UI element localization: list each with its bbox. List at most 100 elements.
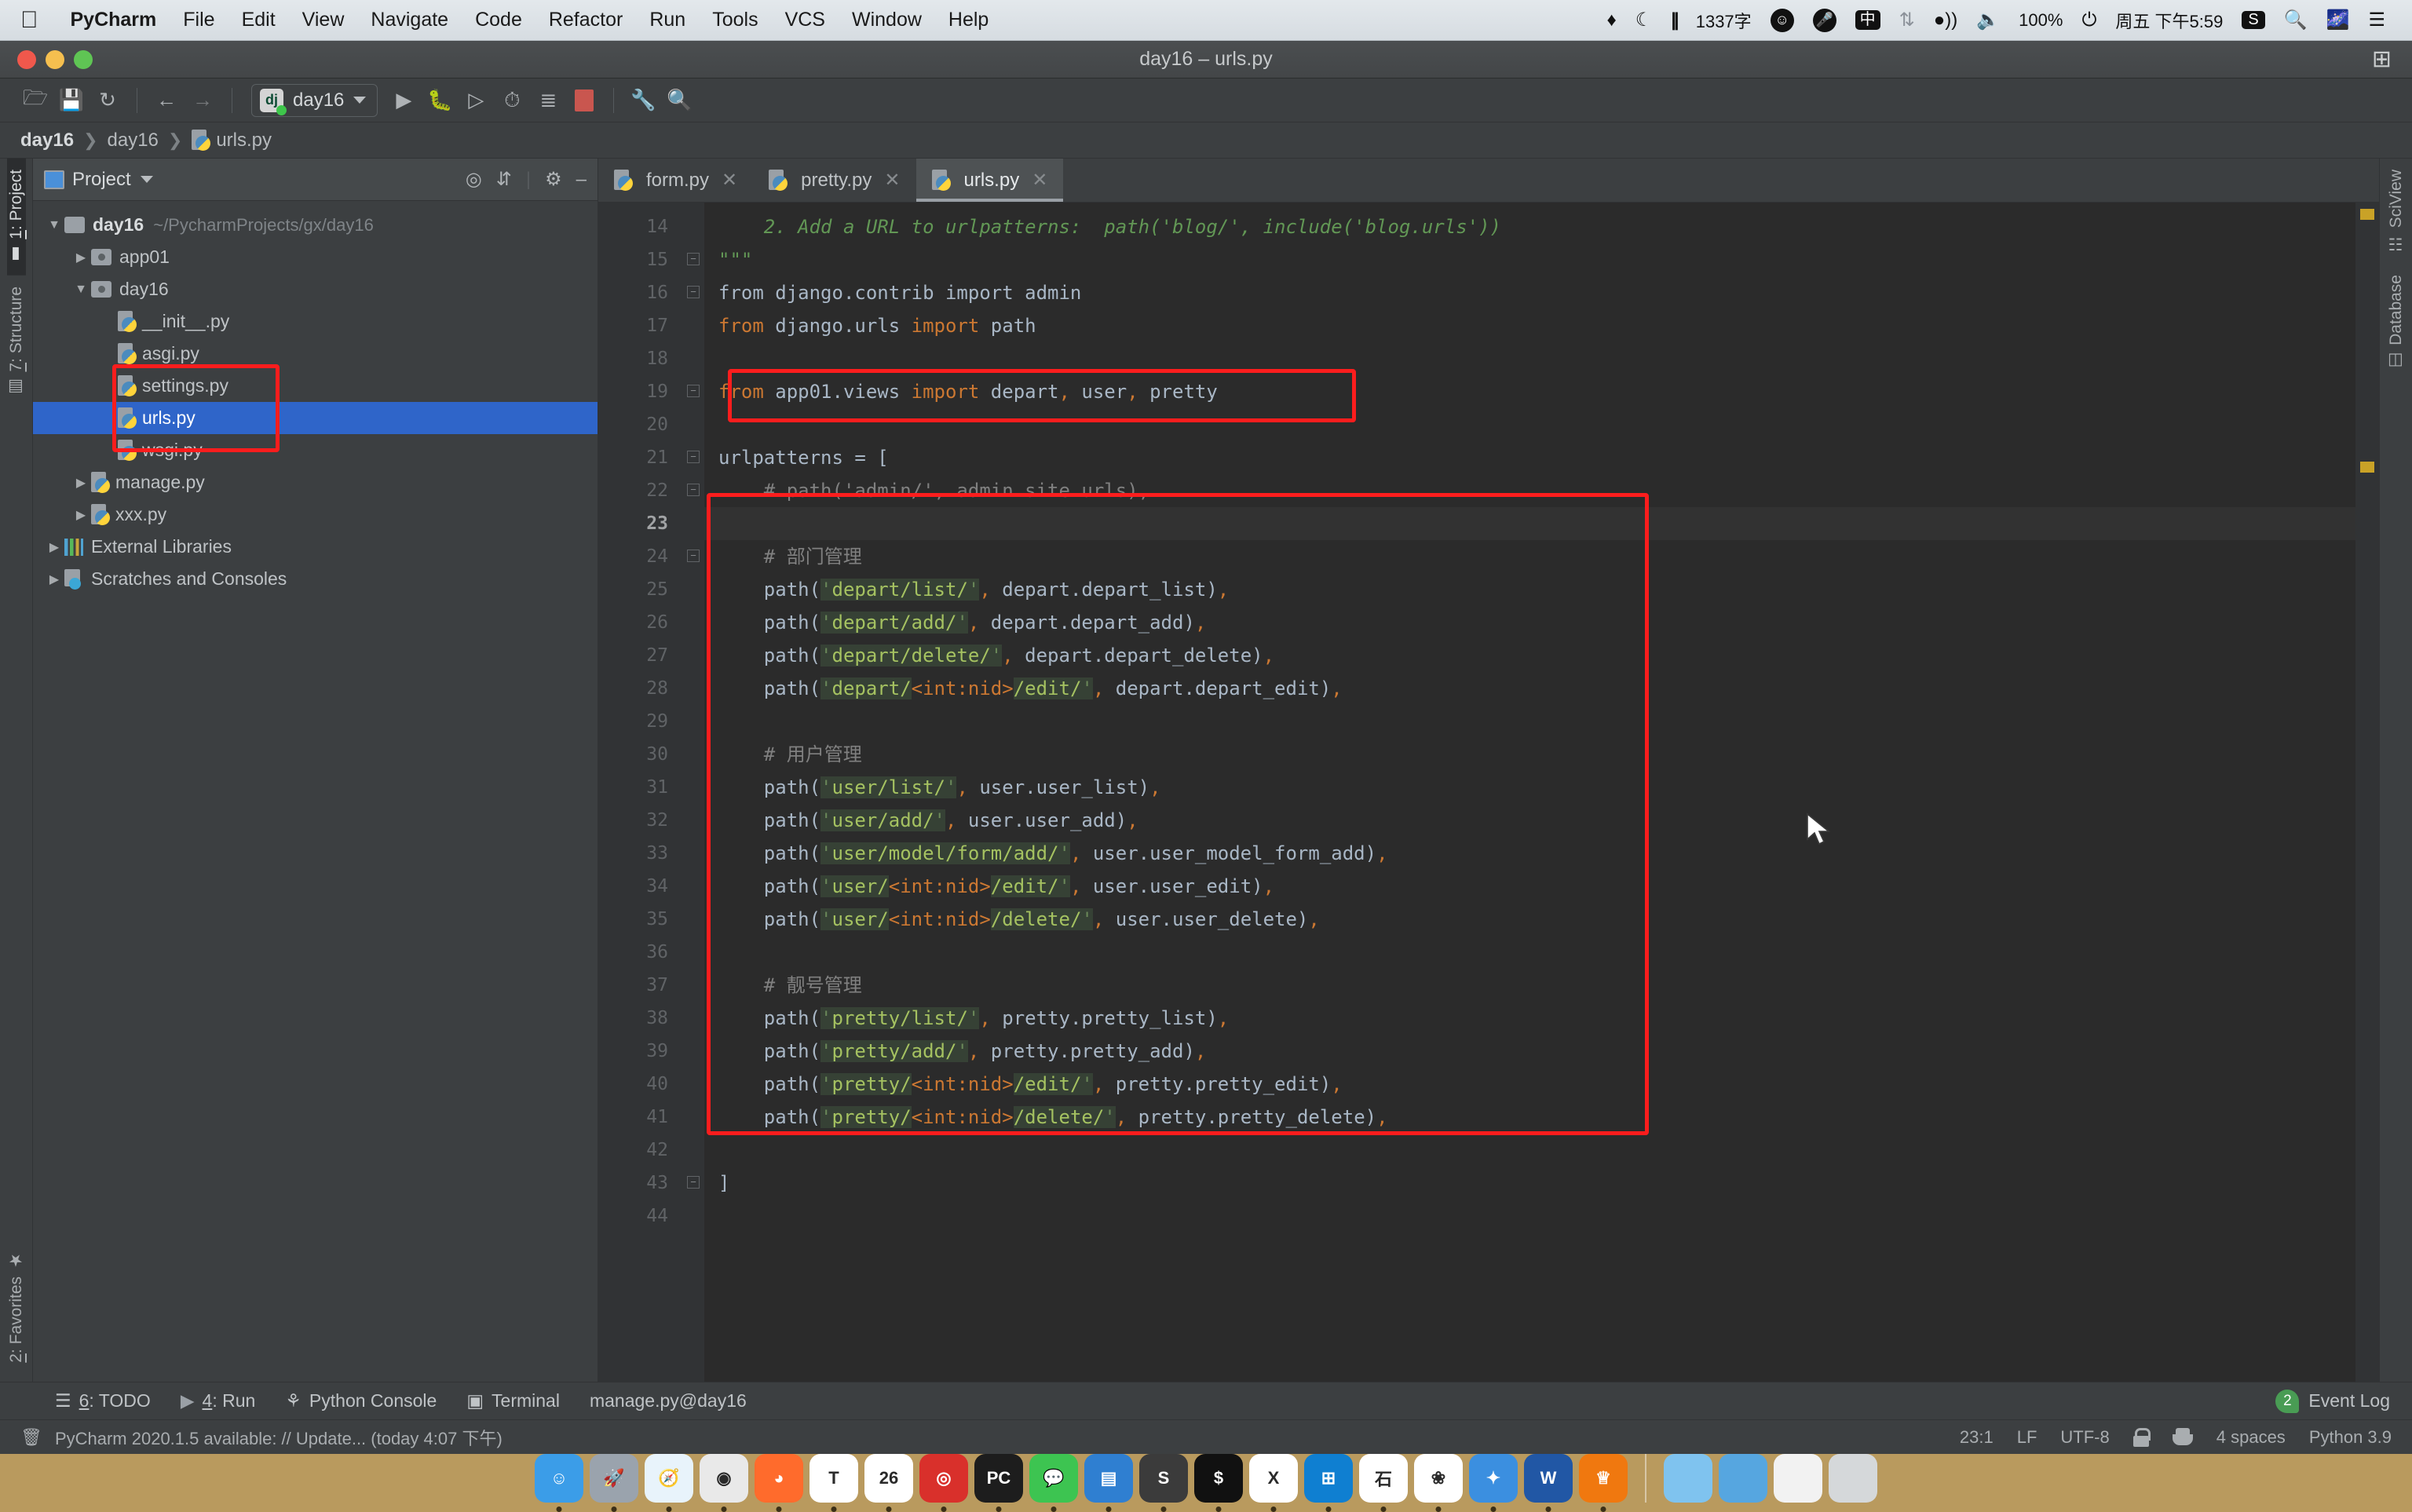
dock-document-preview[interactable] xyxy=(1774,1454,1822,1503)
sidebar-item-database[interactable]: ◫ Database xyxy=(2387,264,2406,382)
add-window-icon[interactable]: ⊞ xyxy=(2372,46,2392,73)
tree-item-day16[interactable]: ▼day16~/PycharmProjects/gx/day16 xyxy=(33,209,598,241)
tree-item-asgi-py[interactable]: •asgi.py xyxy=(33,338,598,370)
battery-percent[interactable]: 100% xyxy=(2019,10,2063,31)
volume-icon[interactable]: 🔈 xyxy=(1976,9,2000,31)
project-tree[interactable]: ▼day16~/PycharmProjects/gx/day16▶app01▼d… xyxy=(33,201,598,1382)
feather-icon[interactable]: ♦ xyxy=(1607,9,1617,31)
locate-target-icon[interactable]: ◎ xyxy=(466,168,482,191)
pause-bars-icon[interactable]: || xyxy=(1671,9,1676,31)
sidebar-item-project[interactable]: ▮ 1: Project xyxy=(7,159,26,276)
stop-button[interactable] xyxy=(566,85,602,116)
spotlight-search-icon[interactable]: 🔍 xyxy=(2284,9,2308,31)
dock-app-typora[interactable]: T xyxy=(809,1454,858,1503)
dock-app-evernote[interactable]: ✦ xyxy=(1469,1454,1518,1503)
bottom-tool--run[interactable]: ▶4: Run xyxy=(181,1390,255,1412)
tab-pretty-py[interactable]: pretty.py✕ xyxy=(753,159,915,202)
wordcount-indicator[interactable]: 1337字 xyxy=(1696,8,1752,33)
bottom-tool--todo[interactable]: ☰6: TODO xyxy=(55,1390,151,1412)
run-configuration-selector[interactable]: dj day16 xyxy=(251,84,378,117)
tree-item-urls-py[interactable]: •urls.py xyxy=(33,402,598,434)
search-everywhere-icon[interactable]: 🔍 xyxy=(661,85,697,116)
menu-item-pycharm[interactable]: PyCharm xyxy=(57,9,170,31)
dock-app-excel[interactable]: X xyxy=(1249,1454,1298,1503)
run-coverage-icon[interactable]: ▷ xyxy=(458,85,494,116)
menu-item-navigate[interactable]: Navigate xyxy=(357,9,462,31)
dock-app-finder[interactable]: ☺ xyxy=(535,1454,583,1503)
bottom-tool-terminal[interactable]: ▣Terminal xyxy=(466,1390,560,1412)
warning-marker[interactable] xyxy=(2360,209,2374,220)
editor-marker-bar[interactable] xyxy=(2355,203,2379,1382)
breadcrumb-item-2[interactable]: urls.py xyxy=(216,130,272,152)
menu-item-file[interactable]: File xyxy=(170,9,228,31)
tree-item-scratches-and-consoles[interactable]: ▶Scratches and Consoles xyxy=(33,563,598,595)
microphone-icon[interactable]: 🎤 xyxy=(1813,9,1836,32)
input-method-icon[interactable]: 中 xyxy=(1855,10,1880,30)
fold-toggle-icon[interactable]: − xyxy=(687,253,700,265)
moon-icon[interactable]: ☾ xyxy=(1635,9,1653,31)
apple-logo-icon[interactable]:  xyxy=(20,9,38,32)
window-controls[interactable] xyxy=(17,50,93,69)
event-log-button[interactable]: 2Event Log xyxy=(2275,1390,2390,1413)
close-icon[interactable]: ✕ xyxy=(884,169,900,192)
close-window-button[interactable] xyxy=(17,50,36,69)
menu-item-tools[interactable]: Tools xyxy=(699,9,771,31)
tree-item-settings-py[interactable]: •settings.py xyxy=(33,370,598,402)
chevron-right-icon[interactable]: ▶ xyxy=(71,250,91,265)
siri-icon[interactable]: 🌌 xyxy=(2326,9,2350,31)
breadcrumb-item-0[interactable]: day16 xyxy=(20,130,74,152)
tab-form-py[interactable]: form.py✕ xyxy=(598,159,753,202)
menu-item-edit[interactable]: Edit xyxy=(228,9,289,31)
dock-app-sublime[interactable]: S xyxy=(1139,1454,1188,1503)
bottom-tool-python-console[interactable]: ⚘Python Console xyxy=(285,1390,437,1412)
dock-app-wechat[interactable]: 💬 xyxy=(1029,1454,1078,1503)
dock-app-photos[interactable]: ❀ xyxy=(1414,1454,1463,1503)
dock-app-netease-music[interactable]: ◎ xyxy=(919,1454,968,1503)
fold-toggle-icon[interactable]: − xyxy=(687,484,700,496)
open-folder-icon[interactable]: 🗁 xyxy=(17,85,53,116)
code-editor[interactable]: 1415161718192021222324252627282930313233… xyxy=(598,203,2379,1382)
dock-app-keynote[interactable]: ▤ xyxy=(1084,1454,1133,1503)
tree-item-xxx-py[interactable]: ▶xxx.py xyxy=(33,499,598,531)
menu-item-help[interactable]: Help xyxy=(935,9,1002,31)
dock-documents-folder[interactable] xyxy=(1719,1454,1767,1503)
breadcrumb-item-1[interactable]: day16 xyxy=(108,130,159,152)
save-all-icon[interactable]: 💾 xyxy=(53,85,90,116)
sidebar-item-sciview[interactable]: ☷ SciView xyxy=(2387,159,2406,264)
menu-item-run[interactable]: Run xyxy=(636,9,699,31)
tree-item-external-libraries[interactable]: ▶External Libraries xyxy=(33,531,598,563)
chevron-down-icon[interactable]: ▼ xyxy=(44,218,64,232)
chevron-right-icon[interactable]: ▶ xyxy=(71,475,91,491)
menu-item-code[interactable]: Code xyxy=(462,9,535,31)
chevron-right-icon[interactable]: ▶ xyxy=(71,507,91,523)
dock-app-iterm[interactable]: $ xyxy=(1194,1454,1243,1503)
dock-app-firefox[interactable]: ◕ xyxy=(755,1454,803,1503)
fold-toggle-icon[interactable]: − xyxy=(687,385,700,397)
collapse-all-icon[interactable]: ⇵ xyxy=(496,168,512,191)
dock-app-safari[interactable]: 🧭 xyxy=(645,1454,693,1503)
forward-arrow-icon[interactable]: → xyxy=(185,85,221,116)
smiley-icon[interactable]: ☺ xyxy=(1771,9,1794,32)
dock-app-calendar[interactable]: 26 xyxy=(864,1454,913,1503)
run-with-console-icon[interactable]: ≣ xyxy=(530,85,566,116)
sogou-icon[interactable]: S xyxy=(2242,11,2264,29)
dock-app-parallels[interactable]: ⊞ xyxy=(1304,1454,1353,1503)
gear-icon[interactable]: ⚙ xyxy=(545,168,562,191)
dock-app-shimo[interactable]: 石 xyxy=(1359,1454,1408,1503)
tree-item-manage-py[interactable]: ▶manage.py xyxy=(33,466,598,499)
menu-item-refactor[interactable]: Refactor xyxy=(535,9,636,31)
sync-refresh-icon[interactable]: ↻ xyxy=(90,85,126,116)
fold-toggle-icon[interactable]: − xyxy=(687,1176,700,1189)
tree-item-wsgi-py[interactable]: •wsgi.py xyxy=(33,434,598,466)
settings-wrench-icon[interactable]: 🔧 xyxy=(625,85,661,116)
run-icon[interactable]: ▶ xyxy=(386,85,422,116)
dock-app-chrome[interactable]: ◉ xyxy=(700,1454,748,1503)
dock-app-unknown-orange[interactable]: ♕ xyxy=(1579,1454,1628,1503)
sidebar-item-structure[interactable]: ▤ 7: Structure xyxy=(7,276,26,408)
warning-marker[interactable] xyxy=(2360,462,2374,473)
battery-icon[interactable]: ⏻ xyxy=(2081,9,2096,31)
dock-downloads-folder[interactable] xyxy=(1664,1454,1712,1503)
maximize-window-button[interactable] xyxy=(74,50,93,69)
tab-urls-py[interactable]: urls.py✕ xyxy=(916,159,1064,202)
profile-icon[interactable]: ⏱ xyxy=(494,85,530,116)
